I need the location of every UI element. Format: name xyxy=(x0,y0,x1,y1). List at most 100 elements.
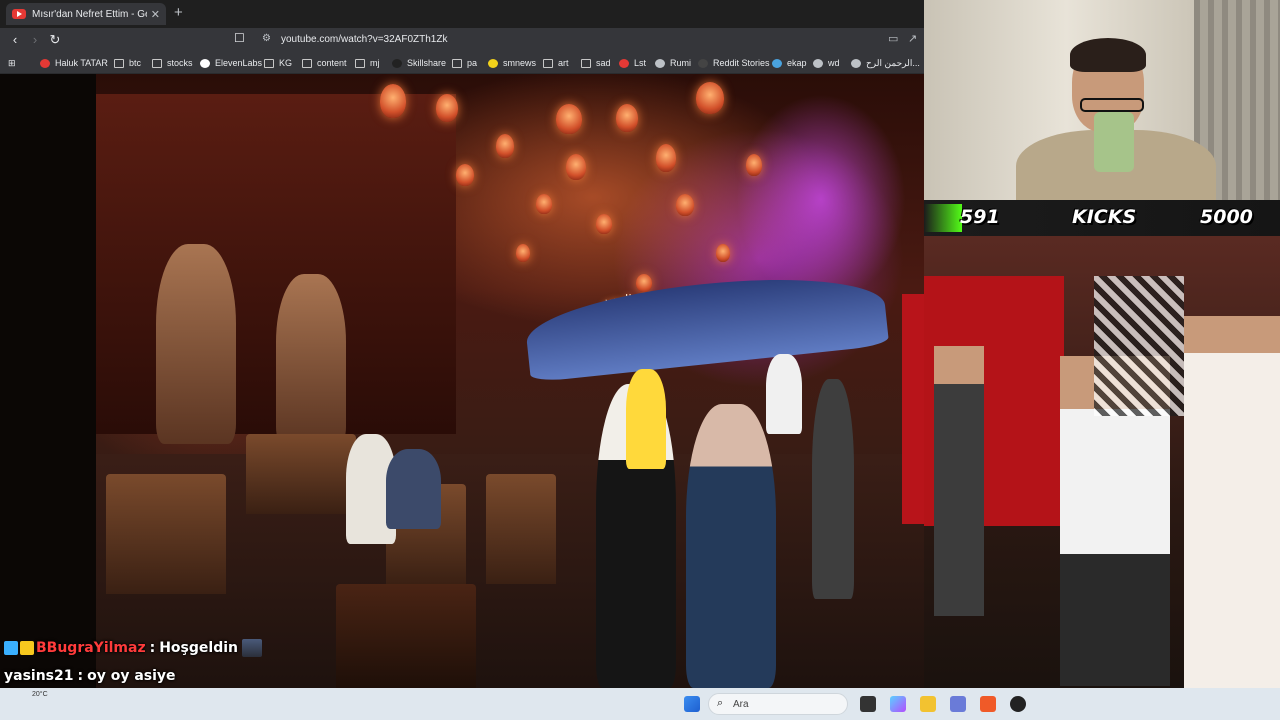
back-button[interactable]: ‹ xyxy=(6,31,24,49)
bookmark-label: btc xyxy=(129,58,142,68)
file-explorer-icon[interactable] xyxy=(920,696,936,712)
umbrella xyxy=(522,265,890,383)
bookmark-5[interactable]: content xyxy=(302,56,347,70)
brave-icon[interactable] xyxy=(980,696,996,712)
streamer-webcam xyxy=(924,0,1280,200)
skillshare-icon xyxy=(392,58,402,68)
tab-strip: Mısır'dan Nefret Ettim - Gelm ✕ + xyxy=(0,0,924,28)
kicks-progress-bar xyxy=(924,204,962,232)
bookmark-15[interactable]: ekap xyxy=(772,56,807,70)
close-icon[interactable]: ✕ xyxy=(151,8,160,21)
bookmark-2[interactable]: stocks xyxy=(152,56,193,70)
page-icon xyxy=(851,58,861,68)
folder-icon xyxy=(152,58,162,68)
statue-left xyxy=(156,244,236,444)
browser-toolbar: ‹ › ↻ ☐ ⚙ youtube.com/watch?v=32AF0ZTh1Z… xyxy=(0,28,924,52)
kicks-current: 591 xyxy=(960,206,1000,228)
bookmarks-bar: ⊞ Haluk TATAR btc stocks ElevenLabs KG conten… xyxy=(0,52,924,74)
forward-button[interactable]: › xyxy=(26,31,44,49)
bookmark-icon[interactable]: ☐ xyxy=(234,31,245,45)
chat-message: BBugraYilmaz: Hoşgeldin xyxy=(4,638,262,658)
person xyxy=(386,449,441,529)
lantern xyxy=(616,104,638,132)
bookmark-11[interactable]: sad xyxy=(581,56,611,70)
screen: Mısır'dan Nefret Ettim - Gelm ✕ + ‹ › ↻ … xyxy=(0,0,1280,720)
chat-emote-icon xyxy=(242,639,262,657)
address-bar[interactable]: ⚙ youtube.com/watch?v=32AF0ZTh1Zk xyxy=(256,30,896,50)
tab-youtube[interactable]: Mısır'dan Nefret Ettim - Gelm ✕ xyxy=(6,3,166,25)
chat-username: yasins21 xyxy=(4,668,74,684)
reload-button[interactable]: ↻ xyxy=(46,31,64,49)
lantern xyxy=(636,274,652,292)
chair xyxy=(106,474,226,594)
bookmark-8[interactable]: pa xyxy=(452,56,477,70)
taskbar-search[interactable]: ⌕ Ara xyxy=(708,693,848,715)
folder-icon xyxy=(114,58,124,68)
bookmark-6[interactable]: mj xyxy=(355,56,380,70)
weather-widget[interactable]: 20°C xyxy=(32,691,48,698)
kicks-label: KICKS xyxy=(1072,206,1137,228)
folder-icon xyxy=(543,58,553,68)
share-icon[interactable]: ↗ xyxy=(908,32,917,45)
statue-right xyxy=(276,274,346,444)
person-yellow xyxy=(626,369,666,469)
bookmark-3[interactable]: ElevenLabs xyxy=(200,56,262,70)
bookmark-9[interactable]: smnews xyxy=(488,56,536,70)
bookmark-12[interactable]: Lst xyxy=(619,56,646,70)
new-tab-button[interactable]: + xyxy=(174,3,183,23)
s-icon xyxy=(619,58,629,68)
bookmark-1[interactable]: btc xyxy=(114,56,141,70)
lantern xyxy=(436,94,458,122)
folder-icon xyxy=(581,58,591,68)
bookmark-16[interactable]: wd xyxy=(813,56,840,70)
install-icon[interactable]: ▭ xyxy=(888,32,898,45)
chat-text: Hoşgeldin xyxy=(159,640,238,656)
streamer-hair xyxy=(1070,38,1146,72)
task-view-icon[interactable] xyxy=(860,696,876,712)
cola-fridge xyxy=(902,294,924,524)
search-icon: ⌕ xyxy=(717,697,724,709)
lantern xyxy=(536,194,552,214)
tab-title: Mısır'dan Nefret Ettim - Gelm xyxy=(32,8,147,20)
bookmark-4[interactable]: KG xyxy=(264,56,292,70)
youtube-icon xyxy=(12,9,26,19)
bookmark-13[interactable]: Rumi xyxy=(655,56,691,70)
lantern xyxy=(456,164,474,186)
bookmark-label: Haluk TATAR xyxy=(55,58,108,68)
chat-message: yasins21: oy oy asiye xyxy=(4,666,176,686)
chat-separator: : xyxy=(77,668,84,684)
bookmark-label: Reddit Stories xyxy=(713,58,770,68)
chat-badge-icon xyxy=(4,641,18,655)
elevenlabs-icon xyxy=(200,58,210,68)
smnews-icon xyxy=(488,58,498,68)
bookmark-0[interactable]: Haluk TATAR xyxy=(40,56,108,70)
bookmark-label: Rumi xyxy=(670,58,692,68)
site-info-icon[interactable]: ⚙ xyxy=(262,33,271,44)
folder-icon xyxy=(355,58,365,68)
bookmark-7[interactable]: Skillshare xyxy=(392,56,446,70)
video-right-panel xyxy=(924,236,1280,688)
chat-text: oy oy asiye xyxy=(87,668,176,684)
chat-separator: : xyxy=(149,640,156,656)
bookmark-label: mj xyxy=(370,58,380,68)
bookmark-14[interactable]: Reddit Stories xyxy=(698,56,770,70)
bookmark-label: KG xyxy=(279,58,293,68)
bookmark-label: ElevenLabs xyxy=(215,58,263,68)
snipping-tool-icon[interactable] xyxy=(950,696,966,712)
youtube-icon xyxy=(40,58,50,68)
copilot-icon[interactable] xyxy=(890,696,906,712)
video-player[interactable]: سلام العصر xyxy=(0,74,924,688)
lantern xyxy=(516,244,530,262)
bookmark-17[interactable]: الرحمن الرح... xyxy=(851,56,920,70)
apps-icon[interactable]: ⊞ xyxy=(8,56,16,70)
person xyxy=(812,379,854,599)
search-placeholder: Ara xyxy=(733,699,749,710)
glasses xyxy=(1080,98,1144,112)
bookmark-10[interactable]: art xyxy=(543,56,569,70)
obs-icon[interactable] xyxy=(1010,696,1026,712)
bookmark-label: sad xyxy=(596,58,611,68)
bookmark-label: pa xyxy=(467,58,478,68)
start-icon[interactable] xyxy=(684,696,700,712)
lantern xyxy=(676,194,694,216)
bookmark-label: Lst xyxy=(634,58,647,68)
